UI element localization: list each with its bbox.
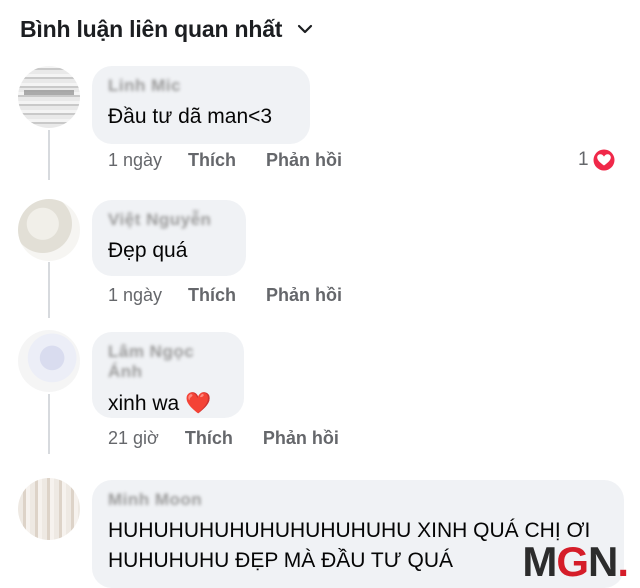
comment-text-content: xinh wa (108, 392, 180, 415)
comment-text: Đẹp quá (108, 239, 188, 262)
logo-letter-m: M (522, 538, 557, 585)
like-button[interactable]: Thích (188, 285, 236, 306)
comment-bubble: Lâm Ngọc Ánh xinh wa ❤️ (92, 332, 244, 418)
comment-meta: 21 giờ Thích Phản hồi (108, 428, 369, 449)
mgn-watermark-logo: MGN. (522, 538, 629, 586)
comment-author[interactable]: Lâm Ngọc Ánh (108, 342, 228, 382)
comment-meta: 1 ngày Thích Phản hồi (108, 285, 372, 306)
reply-button[interactable]: Phản hồi (266, 285, 342, 306)
avatar[interactable] (18, 199, 80, 261)
logo-letter-n: N (587, 538, 618, 585)
sort-label: Bình luận liên quan nhất (20, 15, 283, 42)
thread-line (48, 394, 50, 454)
comment-author[interactable]: Việt Nguyễn (108, 210, 230, 230)
thread-line (48, 262, 50, 318)
heart-emoji: ❤️ (185, 391, 212, 415)
logo-letter-g: G (556, 538, 589, 585)
love-reaction-icon (592, 148, 616, 172)
comment-author[interactable]: Linh Mic (108, 76, 294, 96)
reaction-summary[interactable]: 1 (578, 148, 616, 172)
avatar[interactable] (18, 330, 80, 392)
comment-time[interactable]: 21 giờ (108, 428, 159, 449)
comment-time[interactable]: 1 ngày (108, 285, 162, 306)
avatar[interactable] (18, 66, 80, 128)
sort-comments-dropdown[interactable]: Bình luận liên quan nhất (20, 12, 314, 46)
comment-time[interactable]: 1 ngày (108, 150, 162, 171)
thread-line (48, 130, 50, 180)
like-button[interactable]: Thích (188, 150, 236, 171)
reply-button[interactable]: Phản hồi (263, 428, 339, 449)
comment-author[interactable]: Minh Moon (108, 490, 608, 510)
chevron-down-icon (298, 24, 313, 34)
comment-bubble: Việt Nguyễn Đẹp quá (92, 200, 246, 276)
avatar[interactable] (18, 478, 80, 540)
comment-text: Đầu tư dã man<3 (108, 105, 273, 128)
like-button[interactable]: Thích (185, 428, 233, 449)
reply-button[interactable]: Phản hồi (266, 150, 342, 171)
comment-text: xinh wa ❤️ (108, 388, 228, 419)
logo-dot: . (617, 538, 629, 585)
comment-bubble: Linh Mic Đầu tư dã man<3 (92, 66, 310, 144)
comment-meta: 1 ngày Thích Phản hồi (108, 150, 372, 171)
reaction-count: 1 (578, 149, 589, 170)
